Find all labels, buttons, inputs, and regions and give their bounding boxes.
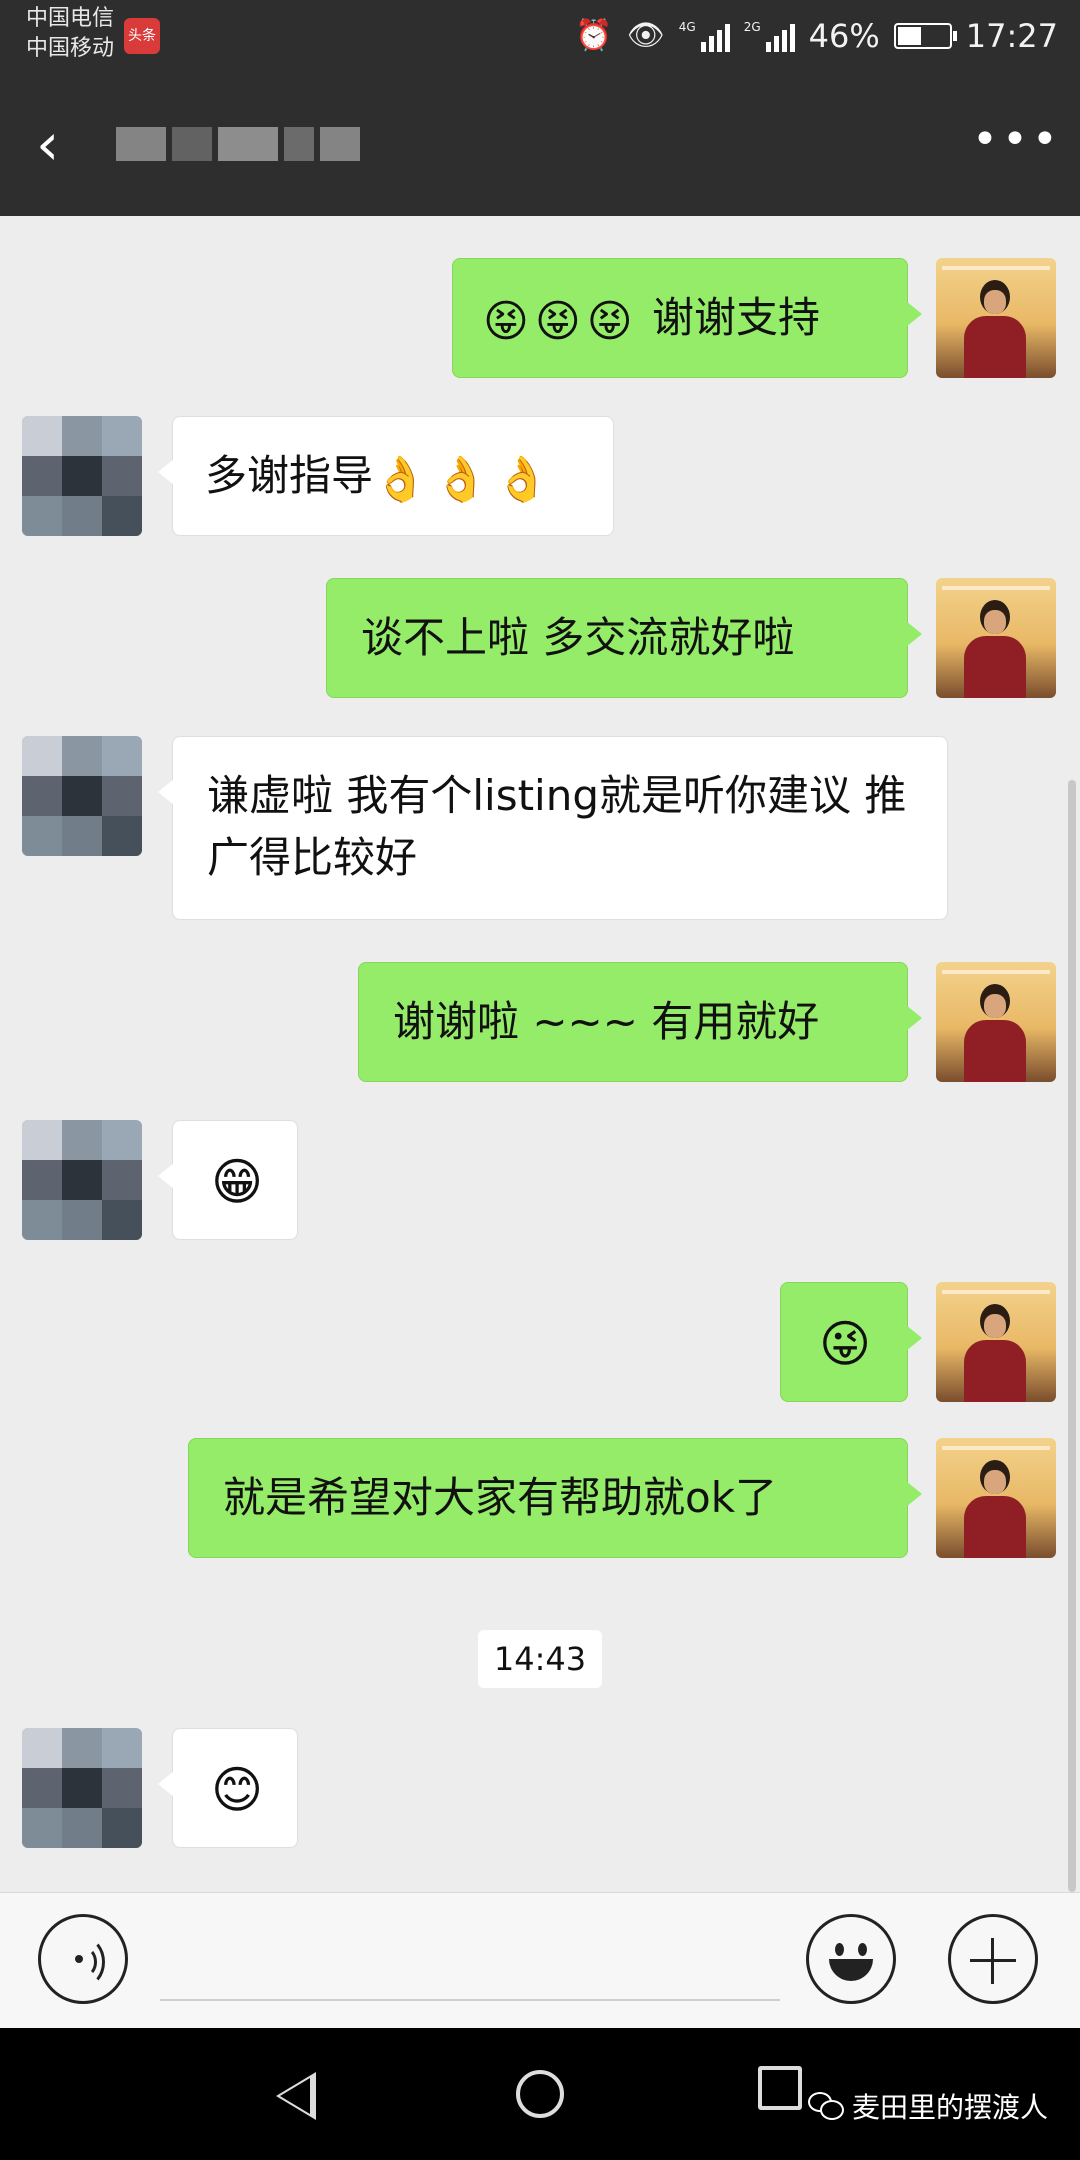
message-text: 谈不上啦 多交流就好啦 <box>361 613 795 662</box>
more-functions-button[interactable] <box>948 1914 1038 2004</box>
message-text: 谢谢支持 <box>651 293 820 342</box>
self-avatar[interactable] <box>936 1282 1056 1402</box>
self-avatar[interactable] <box>936 1438 1056 1558</box>
self-avatar[interactable] <box>936 578 1056 698</box>
back-button[interactable]: ‹ <box>36 114 96 174</box>
self-avatar[interactable] <box>936 258 1056 378</box>
battery-icon <box>893 23 957 49</box>
eye-comfort-icon: 👁 <box>626 18 665 53</box>
chat-message-list[interactable]: 😝 😝 😝 谢谢支持 多谢指导👌 👌 👌 谈不上啦 多交流就好啦 谦虚啦 我有个list… <box>0 216 1080 1892</box>
watermark: 麦田里的摆渡人 <box>808 2086 1048 2126</box>
network-label-2g: 2G <box>743 20 761 34</box>
self-avatar[interactable] <box>936 962 1056 1082</box>
time-divider: 14:43 <box>478 1630 602 1688</box>
message-bubble-other[interactable]: 谦虚啦 我有个listing就是听你建议 推广得比较好 <box>158 736 948 920</box>
carrier-1: 中国电信 <box>26 6 115 31</box>
chat-header: ‹ ••• <box>0 72 1080 216</box>
message-text: 谢谢啦 ~~~ 有用就好 <box>393 997 820 1046</box>
grinning-tongue-emoji: 😝 <box>534 296 581 347</box>
message-bubble-self[interactable]: 😝 😝 😝 谢谢支持 <box>452 258 922 378</box>
message-bubble-other[interactable]: 😁 <box>158 1120 298 1240</box>
toutiao-app-icon: 头条 <box>124 18 160 54</box>
back-arrow-icon: ‹ <box>36 110 60 178</box>
signal-4g-icon: 4G <box>679 20 730 52</box>
more-options-button[interactable]: ••• <box>972 118 1058 166</box>
system-navigation-bar: 麦田里的摆渡人 <box>0 2028 1080 2160</box>
smiling-face-emoji: 😊 <box>211 1761 264 1819</box>
ok-hand-emoji: 👌 <box>433 454 489 505</box>
message-text: 多谢指导 <box>205 451 374 500</box>
status-bar: 中国电信 中国移动 头条 ⏰ 👁 4G 2G 46% 17:27 <box>0 0 1080 72</box>
contact-avatar[interactable] <box>22 736 142 856</box>
message-bubble-self[interactable]: 就是希望对大家有帮助就ok了 <box>188 1438 922 1558</box>
alarm-icon: ⏰ <box>575 18 613 53</box>
signal-2g-icon: 2G <box>744 20 795 52</box>
ok-hand-emoji: 👌 <box>373 454 428 505</box>
message-bubble-self[interactable]: 谈不上啦 多交流就好啦 <box>326 578 922 698</box>
message-text: 谦虚啦 我有个listing就是听你建议 推广得比较好 <box>207 771 907 882</box>
status-indicators: ⏰ 👁 4G 2G 46% 17:27 <box>575 12 1058 60</box>
wechat-logo-icon <box>808 2092 844 2120</box>
message-bubble-other[interactable]: 多谢指导👌 👌 👌 <box>158 416 614 536</box>
grinning-tongue-emoji: 😝 <box>483 296 529 347</box>
grinning-tongue-emoji: 😝 <box>586 296 633 347</box>
message-bubble-self[interactable]: 谢谢啦 ~~~ 有用就好 <box>358 962 922 1082</box>
emoji-button[interactable] <box>806 1914 896 2004</box>
contact-name-blurred <box>116 124 376 164</box>
chat-scrollbar[interactable] <box>1068 780 1076 1892</box>
input-bar <box>0 1892 1080 2028</box>
nav-home-circle-icon[interactable] <box>516 2070 564 2118</box>
beaming-face-emoji: 😁 <box>211 1153 264 1211</box>
message-bubble-other[interactable]: 😊 <box>158 1728 298 1848</box>
more-icon: ••• <box>972 114 1062 165</box>
network-label-4g: 4G <box>678 20 696 34</box>
contact-avatar[interactable] <box>22 1728 142 1848</box>
carrier-info: 中国电信 中国移动 <box>26 4 114 64</box>
ok-hand-emoji: 👌 <box>494 454 550 505</box>
contact-avatar[interactable] <box>22 1120 142 1240</box>
message-input-field[interactable] <box>160 1999 780 2001</box>
message-bubble-self[interactable]: 😜 <box>780 1282 922 1402</box>
contact-avatar[interactable] <box>22 416 142 536</box>
message-text: 就是希望对大家有帮助就ok了 <box>223 1473 778 1522</box>
clock: 17:27 <box>965 17 1058 55</box>
carrier-2: 中国移动 <box>26 36 115 61</box>
nav-back-triangle-icon[interactable] <box>276 2072 316 2120</box>
voice-input-button[interactable] <box>38 1914 128 2004</box>
battery-level-fill <box>897 27 921 45</box>
winking-tongue-emoji: 😜 <box>819 1315 872 1373</box>
watermark-text: 麦田里的摆渡人 <box>852 2091 1049 2124</box>
battery-percent: 46% <box>808 17 880 55</box>
nav-recent-square-icon[interactable] <box>758 2066 802 2110</box>
